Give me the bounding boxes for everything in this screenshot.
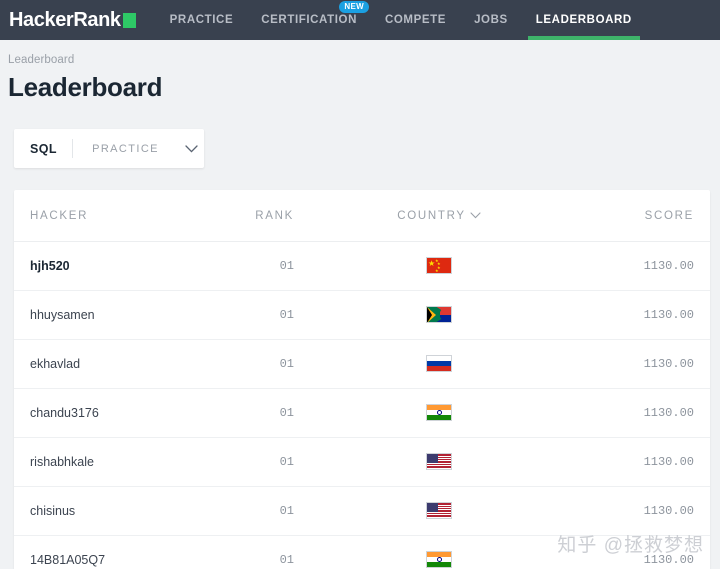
cell-rank: 01 xyxy=(224,437,324,487)
nav-item-label: PRACTICE xyxy=(169,14,234,26)
cell-score: 1130.00 xyxy=(554,290,710,340)
table-header: HACKER RANK COUNTRY SCORE xyxy=(14,190,710,242)
leaderboard-card: HACKER RANK COUNTRY SCORE hjh520 01 ★ ★ ★ ★ ★ 1… xyxy=(14,190,710,569)
table-row[interactable]: chandu3176 01 1130.00 xyxy=(14,388,710,438)
nav-item-leaderboard[interactable]: LEADERBOARD xyxy=(522,0,646,40)
leaderboard-table: HACKER RANK COUNTRY SCORE hjh520 01 ★ ★ ★ ★ ★ 1… xyxy=(14,190,710,569)
cell-score: 1130.00 xyxy=(554,486,710,536)
cell-rank: 01 xyxy=(224,290,324,340)
cell-rank: 01 xyxy=(224,535,324,569)
cell-rank: 01 xyxy=(224,388,324,438)
page-title: Leaderboard xyxy=(8,72,163,102)
nav-item-compete[interactable]: COMPETE xyxy=(371,0,460,40)
table-row[interactable]: ekhavlad 01 1130.00 xyxy=(14,339,710,389)
column-header-country-label: COUNTRY xyxy=(397,210,466,222)
cell-rank: 01 xyxy=(224,339,324,389)
flag-icon-cn: ★ ★ ★ ★ ★ xyxy=(426,257,452,275)
flag-icon-ru xyxy=(426,355,452,373)
hackerrank-logo[interactable]: HackerRank xyxy=(0,0,140,40)
cell-score: 1130.00 xyxy=(554,241,710,291)
page-header: Leaderboard Leaderboard xyxy=(0,40,720,103)
column-header-country[interactable]: COUNTRY xyxy=(324,190,554,242)
flag-icon-us xyxy=(426,502,452,520)
brand-square-icon xyxy=(122,12,136,28)
leaderboard-track-selector[interactable]: SQL PRACTICE xyxy=(14,129,204,168)
cell-hacker-name[interactable]: hjh520 xyxy=(14,241,224,291)
selector-primary-label: SQL xyxy=(30,141,57,156)
breadcrumb[interactable]: Leaderboard xyxy=(8,54,720,66)
column-header-score: SCORE xyxy=(554,190,710,242)
brand-name: HackerRank xyxy=(9,9,121,31)
flag-icon-za xyxy=(426,306,452,324)
cell-rank: 01 xyxy=(224,486,324,536)
new-badge: NEW xyxy=(339,1,369,13)
top-navigation-bar: HackerRank PRACTICE CERTIFICATION NEW COMPE… xyxy=(0,0,720,40)
cell-country xyxy=(324,339,554,389)
flag-icon-in xyxy=(426,551,452,569)
cell-hacker-name[interactable]: ekhavlad xyxy=(14,339,224,389)
table-row[interactable]: hhuysamen 01 1130.00 xyxy=(14,290,710,340)
cell-score: 1130.00 xyxy=(554,437,710,487)
cell-country xyxy=(324,437,554,487)
cell-score: 1130.00 xyxy=(554,388,710,438)
nav-item-practice[interactable]: PRACTICE xyxy=(156,0,248,40)
chevron-down-icon[interactable] xyxy=(178,144,204,153)
cell-rank: 01 xyxy=(224,241,324,291)
table-header-row: HACKER RANK COUNTRY SCORE xyxy=(14,190,710,242)
flag-icon-in xyxy=(426,404,452,422)
table-row[interactable]: hjh520 01 ★ ★ ★ ★ ★ 1130.00 xyxy=(14,241,710,291)
column-header-rank: RANK xyxy=(224,190,324,242)
cell-hacker-name[interactable]: chandu3176 xyxy=(14,388,224,438)
cell-country xyxy=(324,486,554,536)
nav-item-certification[interactable]: CERTIFICATION NEW xyxy=(247,0,371,40)
nav-item-label: CERTIFICATION xyxy=(261,14,357,26)
flag-icon-us xyxy=(426,453,452,471)
cell-score: 1130.00 xyxy=(554,535,710,569)
nav-item-label: JOBS xyxy=(474,14,508,26)
cell-hacker-name[interactable]: chisinus xyxy=(14,486,224,536)
nav-item-label: LEADERBOARD xyxy=(535,14,632,26)
cell-hacker-name[interactable]: 14B81A05Q7 xyxy=(14,535,224,569)
selector-region: SQL PRACTICE xyxy=(0,103,720,168)
column-header-hacker: HACKER xyxy=(14,190,224,242)
table-row[interactable]: 14B81A05Q7 01 1130.00 xyxy=(14,535,710,569)
selector-secondary-label: PRACTICE xyxy=(92,142,159,155)
table-row[interactable]: rishabhkale 01 1130.00 xyxy=(14,437,710,487)
cell-hacker-name[interactable]: rishabhkale xyxy=(14,437,224,487)
table-row[interactable]: chisinus 01 1130.00 xyxy=(14,486,710,536)
cell-country xyxy=(324,535,554,569)
cell-score: 1130.00 xyxy=(554,339,710,389)
nav-item-jobs[interactable]: JOBS xyxy=(460,0,522,40)
nav-item-list: PRACTICE CERTIFICATION NEW COMPETE JOBS LEADE… xyxy=(156,0,646,40)
chevron-down-icon[interactable] xyxy=(470,210,481,222)
cell-country xyxy=(324,388,554,438)
cell-hacker-name[interactable]: hhuysamen xyxy=(14,290,224,340)
nav-item-label: COMPETE xyxy=(384,14,447,26)
table-body: hjh520 01 ★ ★ ★ ★ ★ 1130.00 hhuysamen 01 1130.00 ek… xyxy=(14,241,710,569)
cell-country: ★ ★ ★ ★ ★ xyxy=(324,241,554,291)
cell-country xyxy=(324,290,554,340)
